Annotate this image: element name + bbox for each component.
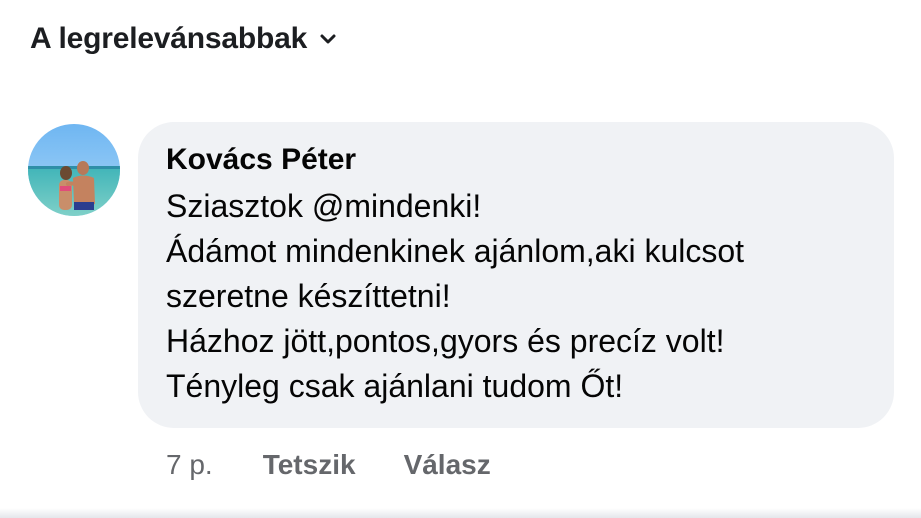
comment-author[interactable]: Kovács Péter (166, 140, 866, 180)
avatar[interactable] (28, 124, 120, 216)
sort-label: A legrelevánsabbak (30, 22, 308, 55)
comment-text-line: Házhoz jött,pontos,gyors és precíz volt! (166, 323, 725, 359)
divider (0, 508, 921, 518)
comment-text-line: Ádámot mindenkinek ajánlom,aki kulcsot (166, 233, 745, 269)
comment-actions: 7 p. Tetszik Válasz (166, 446, 491, 484)
reply-button[interactable]: Válasz (404, 446, 491, 484)
like-button[interactable]: Tetszik (263, 446, 356, 484)
comment-text-line: Tényleg csak ajánlani tudom Őt! (166, 368, 624, 404)
comment-text-line: Sziasztok @mindenki! (166, 188, 482, 224)
comment-timestamp[interactable]: 7 p. (166, 446, 213, 484)
comment-text-line: szeretne készíttetni! (166, 278, 451, 314)
comment-sort-dropdown[interactable]: A legrelevánsabbak (30, 22, 337, 56)
comment: Kovács Péter Sziasztok @mindenki! Ádámot… (28, 122, 894, 428)
comment-bubble: Kovács Péter Sziasztok @mindenki! Ádámot… (138, 122, 894, 428)
chevron-down-icon (319, 30, 337, 48)
